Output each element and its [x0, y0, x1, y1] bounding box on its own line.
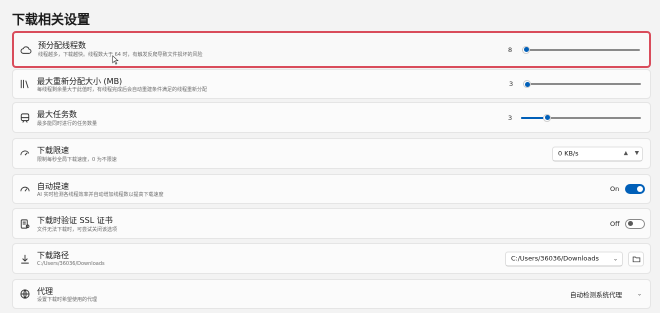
slider-value: 8: [508, 45, 513, 54]
slider-thumb[interactable]: [543, 113, 552, 122]
auto-speed-toggle[interactable]: [625, 184, 645, 194]
slider-value: 3: [508, 113, 513, 122]
speed-limit-value: 0 KB/s: [558, 149, 579, 157]
toggle-knob: [628, 221, 633, 226]
download-icon: [19, 253, 31, 265]
row-description: 线程越多，下载越快。线程数大于 64 时，有触发反爬导致文件损坏的风险: [38, 52, 203, 58]
toggle-state-label: On: [610, 185, 620, 193]
browse-folder-button[interactable]: [628, 251, 644, 266]
row-description: 每线程剩余量大于此值时，有线程完成后会自动重建条件满足的线程重新分配: [37, 87, 208, 93]
cloud-icon: [20, 44, 32, 56]
row-description: 最多能同时进行的任务数量: [37, 121, 98, 127]
stepper-down-icon[interactable]: ▼: [635, 147, 639, 160]
ssl-verify-toggle[interactable]: [625, 218, 645, 229]
row-description: 设置下载时希望使用的代理: [37, 297, 98, 303]
setting-row-proxy: 代理 设置下载时希望使用的代理 自动检测系统代理 ⌄: [12, 279, 651, 309]
setting-row-threads: 预分配线程数 线程越多，下载越快。线程数大于 64 时，有触发反爬导致文件损坏的…: [12, 31, 651, 68]
slider-value: 3: [509, 80, 514, 88]
setting-row-max-tasks: 最大任务数 最多能同时进行的任务数量 3: [12, 102, 651, 133]
slider-thumb[interactable]: [522, 45, 530, 54]
library-icon: [19, 78, 31, 90]
mouse-cursor-icon: [112, 55, 119, 65]
row-title: 下载限速: [37, 146, 69, 155]
download-path-value: C:/Users/36036/Downloads: [511, 254, 599, 262]
row-title: 下载时验证 SSL 证书: [37, 216, 113, 225]
slider-thumb[interactable]: [523, 80, 531, 88]
row-description: C:/Users/36036/Downloads: [37, 261, 105, 267]
row-description: AI 实时检测各线程效率并自动增加线程数以提高下载速度: [37, 192, 164, 198]
folder-icon: [632, 256, 640, 262]
row-title: 预分配线程数: [38, 41, 86, 50]
max-tasks-slider[interactable]: [521, 113, 641, 122]
download-path-select[interactable]: C:/Users/36036/Downloads ⌄: [505, 251, 623, 266]
row-title: 最大任务数: [37, 110, 77, 119]
chevron-down-icon: ⌄: [637, 290, 643, 298]
speed-icon: [19, 148, 31, 160]
chevron-down-icon: ⌄: [612, 255, 618, 262]
setting-row-speed-limit: 下载限速 限制每秒全局下载速度，0 为不限速 0 KB/s ▲ ▼: [12, 138, 651, 169]
row-title: 下载路径: [37, 251, 69, 260]
certificate-icon: [19, 218, 31, 230]
threads-slider[interactable]: [522, 45, 640, 54]
page-title: 下载相关设置: [12, 13, 91, 28]
row-description: 限制每秒全局下载速度，0 为不限速: [37, 157, 117, 163]
setting-row-ssl-verify: 下载时验证 SSL 证书 文件无法下载时，可尝试关闭该选项 Off: [12, 208, 651, 239]
speed-limit-input[interactable]: 0 KB/s ▲ ▼: [552, 146, 643, 161]
train-icon: [19, 112, 31, 124]
stepper-up-icon[interactable]: ▲: [624, 147, 628, 160]
max-split-slider[interactable]: [523, 80, 641, 88]
setting-row-auto-speed: 自动提速 AI 实时检测各线程效率并自动增加线程数以提高下载速度 On: [12, 174, 651, 204]
setting-row-max-split-size: 最大重新分配大小 (MB) 每线程剩余量大于此值时，有线程完成后会自动重建条件满…: [12, 69, 651, 99]
globe-icon: [19, 288, 31, 300]
proxy-select[interactable]: 自动检测系统代理: [570, 289, 622, 299]
setting-row-download-path: 下载路径 C:/Users/36036/Downloads C:/Users/3…: [12, 243, 651, 274]
gauge-icon: [19, 183, 31, 195]
row-description: 文件无法下载时，可尝试关闭该选项: [37, 227, 118, 233]
toggle-knob: [637, 186, 643, 192]
toggle-state-label: Off: [610, 219, 620, 228]
